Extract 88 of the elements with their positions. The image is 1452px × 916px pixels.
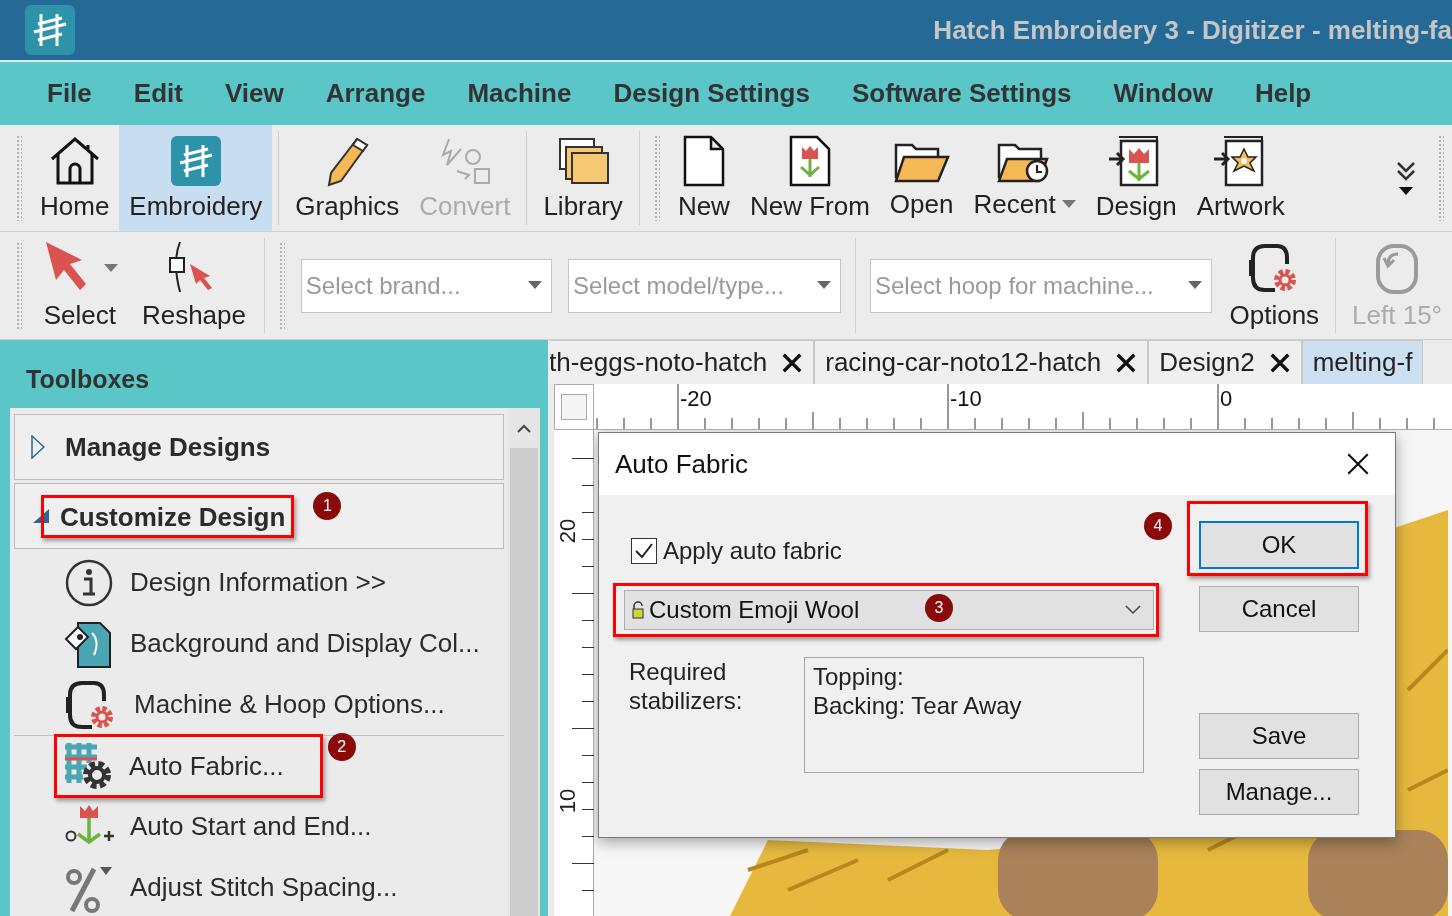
dialog-button[interactable]: Save: [1199, 713, 1359, 759]
tool-label: Machine & Hoop Options...: [134, 689, 445, 720]
lock-icon: [631, 601, 645, 619]
stabilizers-text-box: Topping: Backing: Tear Away: [804, 657, 1144, 773]
section-header[interactable]: Manage Designs: [14, 414, 504, 480]
document-icon: [682, 134, 725, 187]
dialog-title: Auto Fabric: [615, 448, 748, 480]
window-title: Hatch Embroidery 3 - Digitizer - melting-fa: [933, 14, 1452, 46]
ruler-label: -20: [679, 386, 712, 411]
toolbox-item[interactable]: Auto Start and End...: [64, 801, 372, 852]
step-badge: 2: [327, 733, 356, 761]
tool-label: Adjust Stitch Spacing...: [130, 872, 398, 903]
field-label: Required stabilizers:: [629, 657, 744, 716]
toolbar-button[interactable]: Artwork: [1186, 125, 1295, 231]
tool-label: Background and Display Col...: [130, 628, 480, 659]
caret-icon: [103, 264, 118, 272]
toolbar-button[interactable]: New From: [739, 125, 880, 231]
menu-item[interactable]: Edit: [112, 72, 204, 115]
toolbar-button[interactable]: Design: [1085, 125, 1187, 231]
close-icon[interactable]: [781, 351, 804, 374]
toolbox-item[interactable]: Machine & Hoop Options...: [64, 676, 445, 733]
panel-title: Toolboxes: [25, 364, 151, 395]
menu-item[interactable]: Machine: [446, 72, 593, 115]
menu-item[interactable]: View: [203, 72, 305, 115]
ruler-label: 0: [1219, 386, 1233, 411]
chevron-down-icon: [1125, 605, 1141, 615]
checkbox-label: Apply auto fabric: [663, 537, 842, 565]
dialog-button[interactable]: Manage...: [1199, 769, 1359, 815]
document-tab[interactable]: racing-car-noto12-hatch: [814, 340, 1149, 384]
step-badge: 4: [1144, 512, 1172, 540]
close-icon[interactable]: [1268, 351, 1291, 374]
tool-button[interactable]: Reshape: [129, 232, 258, 339]
tool-label: Auto Start and End...: [130, 811, 372, 842]
menu-item[interactable]: Software Settings: [830, 72, 1093, 115]
tool-label: Design Information >>: [130, 567, 386, 598]
tool-label: Select: [43, 300, 116, 331]
grid-gear-icon: [63, 741, 113, 791]
expanded-triangle-icon: [31, 507, 49, 525]
toolbar-button[interactable]: Library: [533, 125, 633, 231]
menu-item[interactable]: Design Settings: [592, 72, 831, 115]
ruler-label: 20: [557, 518, 580, 544]
logo-icon: [169, 134, 222, 187]
caret-icon: [1399, 187, 1413, 195]
scrollbar-thumb[interactable]: [510, 448, 538, 916]
dialog-button[interactable]: Cancel: [1199, 586, 1359, 632]
toolbar-button[interactable]: Home: [30, 125, 120, 231]
tool-label: Auto Fabric...: [129, 750, 284, 782]
logo-icon: [24, 4, 76, 56]
toolbar-button[interactable]: Open: [879, 125, 964, 231]
caret-icon: [1061, 200, 1076, 208]
close-icon[interactable]: [1115, 351, 1138, 374]
document-tab[interactable]: melting-f: [1301, 340, 1424, 384]
section-header[interactable]: Customize Design 1: [14, 483, 504, 549]
dropdown-field[interactable]: Select model/type...: [568, 258, 841, 313]
tool-label: Reshape: [141, 300, 246, 331]
menu-item[interactable]: File: [26, 72, 113, 115]
toolbox-item[interactable]: Auto Fabric...: [63, 741, 284, 791]
section-title: Customize Design: [60, 501, 286, 533]
document-tab[interactable]: Design2: [1148, 340, 1302, 384]
toolbar-button[interactable]: New: [667, 125, 740, 231]
toolbar-button[interactable]: Embroidery: [119, 125, 273, 231]
tool-button[interactable]: Select: [29, 232, 130, 339]
menu-item[interactable]: Window: [1092, 72, 1234, 115]
toolbar-button[interactable]: Recent: [963, 125, 1086, 231]
close-icon[interactable]: [1345, 451, 1371, 477]
ruler-label: -10: [949, 386, 982, 411]
info-icon: [64, 557, 114, 608]
step-badge: 1: [313, 491, 342, 520]
caret-icon: [1187, 280, 1202, 289]
toolbar-button[interactable]: Graphics: [285, 125, 410, 231]
toolbar-button[interactable]: Options: [1219, 232, 1330, 339]
flower-document-icon: [788, 134, 831, 187]
caret-icon: [528, 280, 543, 289]
document-tab[interactable]: th-eggs-noto-hatch: [550, 340, 815, 384]
ruler-label: 10: [557, 788, 580, 814]
menu-item[interactable]: Help: [1233, 72, 1333, 115]
dropdown-field[interactable]: Select hoop for machine...: [869, 258, 1212, 313]
toolbox-item[interactable]: Background and Display Col...: [64, 618, 480, 669]
checkbox[interactable]: [631, 538, 657, 564]
menu-item[interactable]: Arrange: [304, 72, 447, 115]
chevrons-down-icon: [1396, 161, 1416, 183]
toolbox-item[interactable]: Adjust Stitch Spacing...: [64, 862, 398, 913]
collapsed-triangle-icon: [31, 435, 45, 459]
dropdown-field[interactable]: Select brand...: [300, 258, 553, 313]
dialog-button[interactable]: OK: [1199, 521, 1359, 569]
toolbox-item[interactable]: Design Information >>: [64, 557, 386, 608]
section-title: Manage Designs: [65, 431, 271, 463]
caret-icon: [816, 280, 831, 289]
